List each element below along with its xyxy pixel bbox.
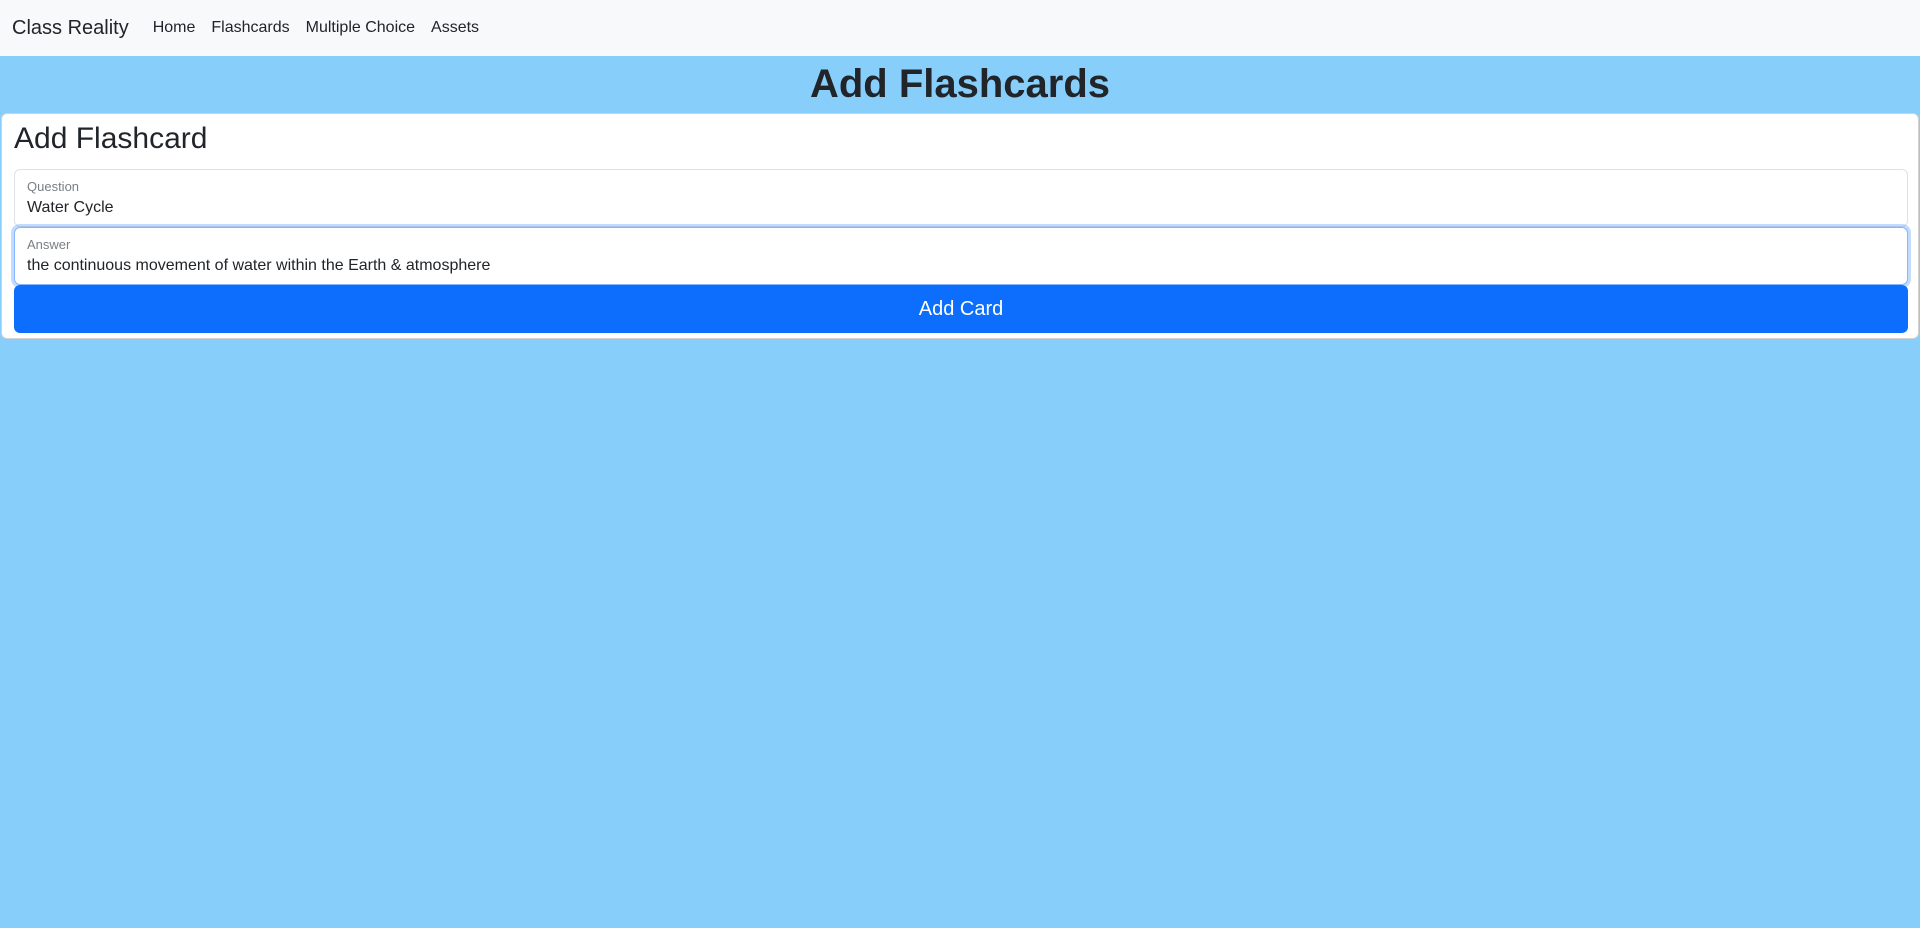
answer-field[interactable]: Answer — [14, 227, 1908, 285]
brand-link[interactable]: Class Reality — [12, 17, 129, 40]
nav-link-flashcards[interactable]: Flashcards — [203, 19, 297, 37]
top-navbar: Class Reality Home Flashcards Multiple C… — [0, 0, 1920, 56]
page-title: Add Flashcards — [809, 62, 1111, 106]
nav-link-assets[interactable]: Assets — [423, 19, 487, 37]
add-card-button[interactable]: Add Card — [14, 285, 1908, 333]
question-input[interactable] — [27, 197, 1887, 219]
nav-link-home[interactable]: Home — [145, 19, 204, 37]
answer-label: Answer — [27, 237, 71, 252]
nav-link-multiple-choice[interactable]: Multiple Choice — [298, 19, 423, 37]
question-field[interactable]: Question — [14, 169, 1908, 227]
answer-input[interactable] — [27, 255, 1887, 277]
card-title: Add Flashcard — [14, 122, 208, 155]
add-flashcard-card: Add Flashcard Question Answer Add Card — [1, 113, 1919, 339]
question-label: Question — [27, 179, 80, 194]
